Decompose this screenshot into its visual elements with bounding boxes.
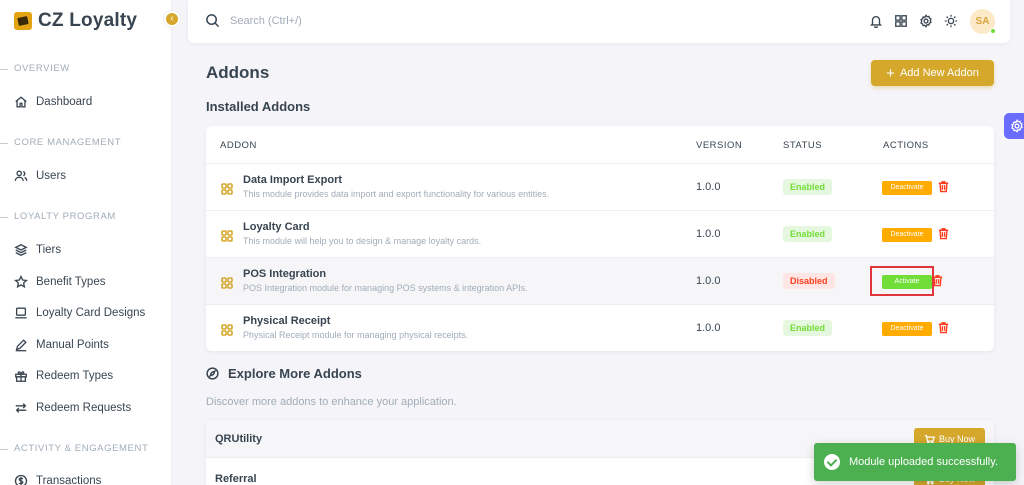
sidebar-item-label: Benefit Types [36, 276, 106, 288]
brand-logo-icon [14, 12, 32, 30]
deactivate-button[interactable]: Deactivate [882, 228, 932, 242]
users-icon [14, 170, 28, 181]
status-badge: Enabled [783, 320, 833, 336]
table-row: POS Integration POS Integration module f… [206, 257, 994, 304]
sidebar-item-tiers[interactable]: Tiers [14, 240, 61, 260]
addon-description: POS Integration module for managing POS … [243, 283, 528, 293]
section-title-activity: ACTIVITY & ENGAGEMENT [0, 443, 149, 454]
add-button-label: Add New Addon [899, 67, 979, 79]
addon-description: This module provides data import and exp… [243, 189, 550, 199]
addon-version: 1.0.0 [696, 228, 721, 240]
brand[interactable]: CZ Loyalty [14, 9, 137, 33]
trash-icon[interactable] [937, 321, 950, 334]
topbar: SA [188, 0, 1010, 43]
toast-message: Module uploaded successfully. [849, 456, 998, 468]
status-badge: Enabled [783, 179, 833, 195]
explore-title-text: Explore More Addons [228, 366, 362, 381]
arrows-icon [15, 403, 27, 413]
addon-name: Data Import Export [243, 174, 343, 186]
search-input[interactable] [230, 11, 530, 31]
plus-icon: + [886, 64, 895, 82]
addon-name: Physical Receipt [243, 315, 331, 327]
search-icon [206, 14, 220, 28]
sidebar-item-users[interactable]: Users [14, 166, 66, 186]
sidebar-item-loyalty-card-designs[interactable]: Loyalty Card Designs [14, 303, 145, 323]
sidebar-item-label: Dashboard [36, 96, 93, 108]
section-title-overview: OVERVIEW [0, 63, 70, 74]
check-circle-icon [824, 454, 840, 470]
addon-grid-icon [221, 323, 233, 336]
online-status-dot [990, 28, 996, 34]
deactivate-button[interactable]: Deactivate [882, 322, 932, 336]
table-row: Loyalty Card This module will help you t… [206, 210, 994, 257]
deactivate-button[interactable]: Deactivate [882, 181, 932, 195]
sidebar-item-label: Redeem Requests [36, 402, 132, 414]
status-badge: Enabled [783, 226, 833, 242]
layers-icon [14, 244, 28, 256]
sidebar-item-label: Manual Points [36, 339, 109, 351]
pencil-icon [15, 339, 27, 352]
home-icon [15, 96, 27, 108]
installed-addons-title: Installed Addons [206, 99, 311, 114]
sidebar-item-label: Transactions [36, 475, 102, 485]
explore-addon-name: Referral [215, 473, 257, 485]
add-new-addon-button[interactable]: + Add New Addon [871, 60, 994, 86]
page-title: Addons [206, 63, 270, 82]
gift-icon [15, 371, 27, 382]
bell-icon[interactable] [869, 14, 883, 29]
sidebar-item-transactions[interactable]: Transactions [14, 471, 101, 485]
explore-subtitle: Discover more addons to enhance your app… [206, 396, 457, 408]
addon-name: POS Integration [243, 268, 327, 280]
avatar[interactable]: SA [970, 9, 996, 34]
customizer-toggle[interactable] [1004, 113, 1024, 139]
addon-version: 1.0.0 [696, 181, 721, 193]
gear-icon [1011, 119, 1023, 133]
grid-icon[interactable] [894, 14, 908, 28]
activate-button[interactable]: Activate [882, 275, 932, 289]
sidebar-item-benefit-types[interactable]: Benefit Types [14, 272, 105, 292]
sidebar-item-label: Redeem Types [36, 370, 114, 382]
compass-icon [206, 367, 219, 380]
explore-title: Explore More Addons [206, 366, 362, 381]
sidebar-item-manual-points[interactable]: Manual Points [14, 335, 109, 355]
sidebar: CZ Loyalty OVERVIEW Dashboard CORE MANAG… [0, 0, 172, 485]
status-badge: Disabled [783, 273, 835, 289]
star-icon [14, 275, 28, 289]
laptop-icon [15, 307, 27, 319]
success-toast[interactable]: Module uploaded successfully. [814, 443, 1016, 481]
addon-grid-icon [221, 276, 233, 289]
explore-addon-name: QRUtility [215, 433, 263, 445]
addon-version: 1.0.0 [696, 275, 721, 287]
section-title-loyalty: LOYALTY PROGRAM [0, 211, 116, 222]
addon-grid-icon [221, 229, 233, 242]
section-title-core: CORE MANAGEMENT [0, 137, 122, 148]
sidebar-item-dashboard[interactable]: Dashboard [14, 92, 92, 112]
addon-grid-icon [221, 182, 233, 195]
addon-version: 1.0.0 [696, 322, 721, 334]
addon-description: This module will help you to design & ma… [243, 236, 482, 246]
table-row: Physical Receipt Physical Receipt module… [206, 304, 994, 351]
sidebar-collapse-button[interactable]: ‹ [164, 11, 180, 27]
avatar-initials: SA [975, 16, 990, 27]
sidebar-item-label: Loyalty Card Designs [36, 307, 146, 319]
column-header-addon: ADDON [220, 140, 257, 151]
gear-icon[interactable] [919, 14, 933, 28]
trash-icon[interactable] [931, 274, 944, 287]
sidebar-item-label: Users [36, 170, 67, 182]
column-header-status: STATUS [783, 140, 823, 151]
column-header-version: VERSION [696, 140, 743, 151]
trash-icon[interactable] [937, 227, 950, 240]
table-row: Data Import Export This module provides … [206, 163, 994, 210]
sidebar-item-redeem-requests[interactable]: Redeem Requests [14, 398, 131, 418]
trash-icon[interactable] [937, 180, 950, 193]
sidebar-item-redeem-types[interactable]: Redeem Types [14, 366, 113, 386]
sun-icon[interactable] [944, 14, 958, 28]
column-header-actions: ACTIONS [883, 140, 929, 151]
addon-description: Physical Receipt module for managing phy… [243, 330, 469, 340]
addon-name: Loyalty Card [243, 221, 310, 233]
installed-addons-table: ADDON VERSION STATUS ACTIONS Data Import… [206, 126, 994, 351]
brand-name: CZ Loyalty [38, 10, 138, 31]
sidebar-item-label: Tiers [36, 244, 62, 256]
dollar-icon [14, 474, 28, 485]
